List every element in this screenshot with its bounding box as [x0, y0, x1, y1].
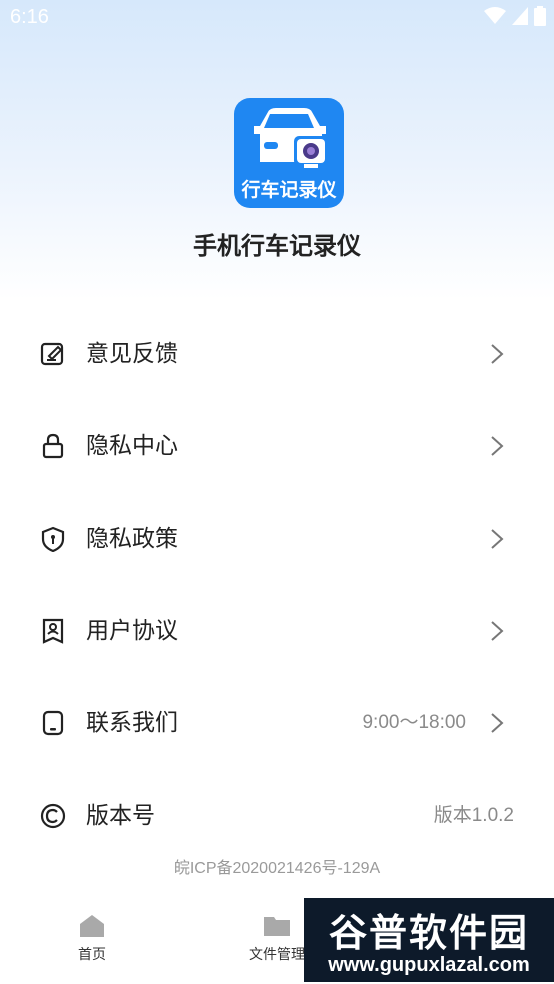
watermark: 谷普软件园 www.gupuxlazal.com	[304, 898, 554, 982]
chevron-right-icon	[491, 621, 504, 641]
car-camera-icon	[254, 108, 328, 168]
tab-home[interactable]: 首页	[37, 914, 147, 964]
tab-label: 首页	[78, 947, 106, 963]
menu-label: 隐私政策	[86, 525, 178, 552]
edit-icon	[40, 343, 64, 366]
shield-icon	[41, 526, 65, 552]
menu-item-contact-us[interactable]: 联系我们 9:00～18:00	[0, 677, 554, 769]
menu-label: 意见反馈	[86, 341, 178, 368]
menu-label: 用户协议	[86, 618, 178, 645]
status-icons	[484, 6, 546, 26]
app-name: 手机行车记录仪	[193, 232, 361, 260]
watermark-url: www.gupuxlazal.com	[328, 954, 530, 976]
menu-item-privacy-policy[interactable]: 隐私政策	[0, 493, 554, 585]
settings-menu: 意见反馈 隐私中心 隐私政策 用户协议 联系我们 9:00～18:00 版本号 …	[0, 308, 554, 862]
chevron-right-icon	[491, 528, 504, 549]
home-icon	[80, 915, 104, 937]
icp-record: 皖ICP备2020021426号-129A	[173, 860, 381, 877]
copyright-icon	[40, 803, 66, 828]
chevron-right-icon	[491, 436, 504, 457]
menu-item-privacy-center[interactable]: 隐私中心	[0, 400, 554, 492]
user-document-icon	[42, 618, 64, 644]
menu-label: 联系我们	[86, 710, 178, 737]
lock-icon	[42, 434, 64, 459]
signal-icon	[512, 7, 528, 25]
menu-label: 版本号	[86, 802, 155, 829]
version-value: 版本1.0.2	[433, 804, 514, 826]
battery-icon	[534, 6, 546, 26]
menu-label: 隐私中心	[86, 433, 178, 460]
contact-hours: 9:00～18:00	[362, 712, 466, 734]
watermark-title: 谷普软件园	[328, 911, 529, 955]
menu-item-user-agreement[interactable]: 用户协议	[0, 585, 554, 677]
phone-icon	[42, 711, 64, 736]
folder-icon	[264, 917, 290, 936]
menu-item-feedback[interactable]: 意见反馈	[0, 308, 554, 400]
menu-item-version: 版本号 版本1.0.2	[0, 769, 554, 861]
wifi-icon	[484, 7, 506, 24]
status-time: 6:16	[10, 6, 49, 28]
chevron-right-icon	[491, 344, 504, 364]
app-logo: 行车记录仪	[234, 98, 344, 208]
status-bar: 6:16	[0, 0, 554, 38]
chevron-right-icon	[491, 713, 504, 734]
logo-text: 行车记录仪	[241, 179, 337, 201]
